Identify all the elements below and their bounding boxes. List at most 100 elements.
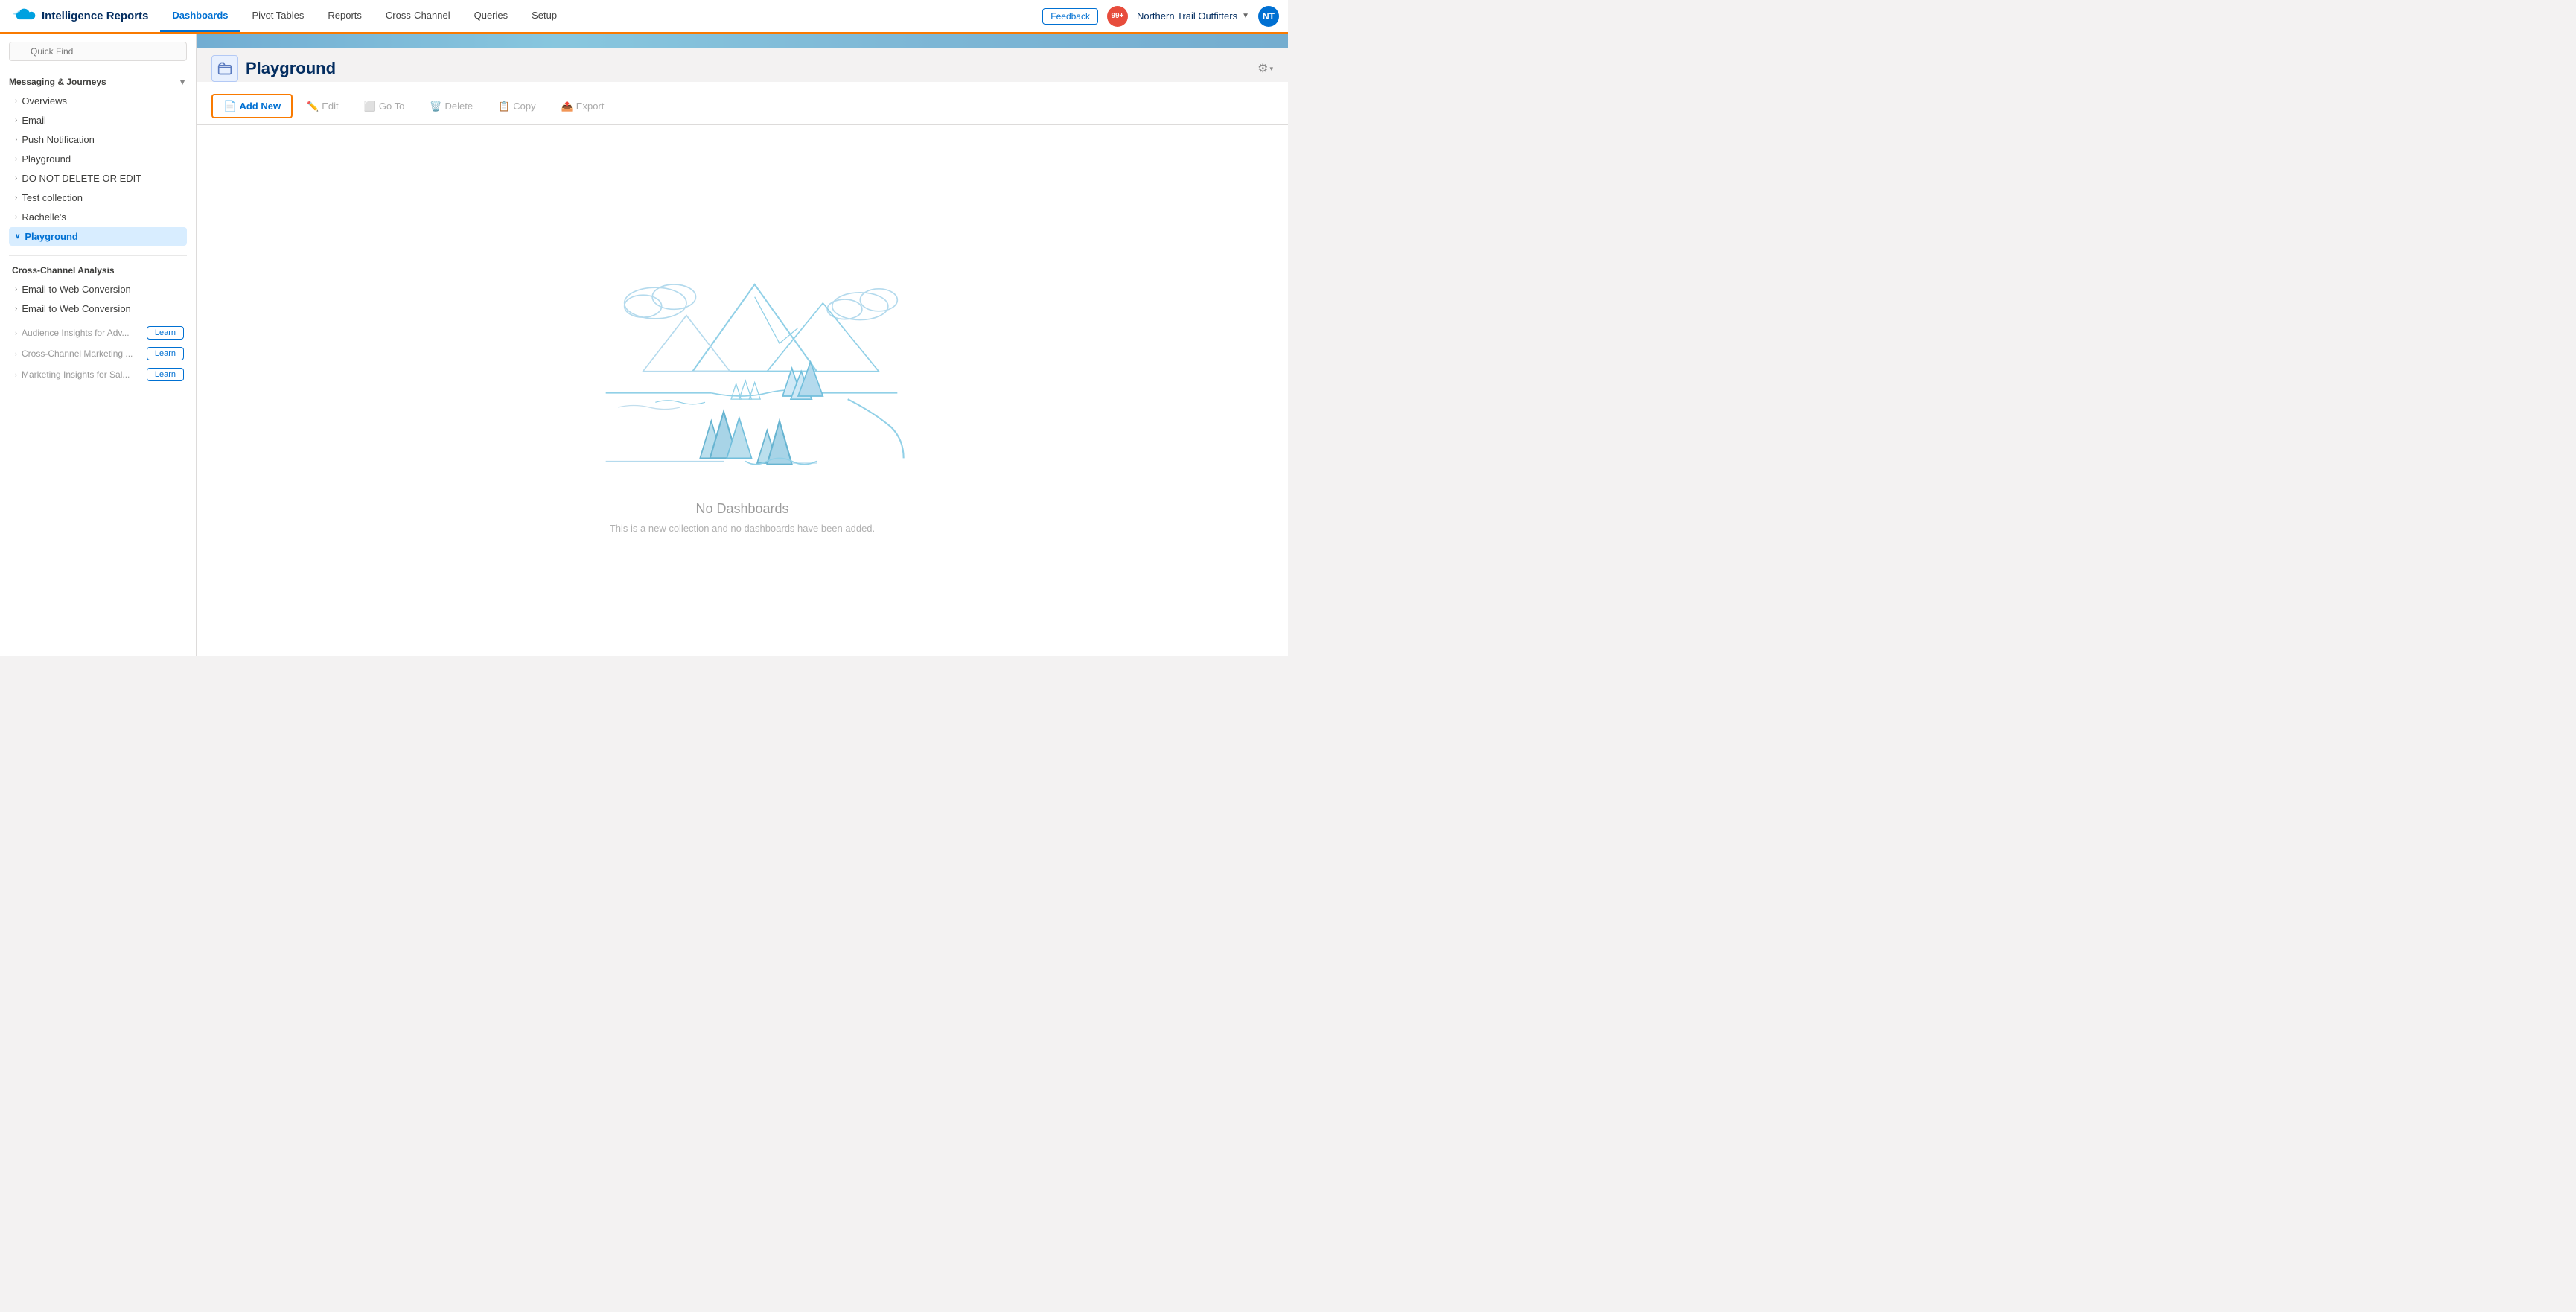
top-decorative-strip [197, 34, 1288, 48]
chevron-right-icon: › [15, 116, 17, 124]
salesforce-logo-icon [9, 3, 36, 30]
chevron-down-icon: ∨ [15, 232, 20, 241]
delete-label: Delete [444, 101, 473, 112]
sidebar-item-do-not-delete[interactable]: › DO NOT DELETE OR EDIT [9, 169, 187, 188]
sidebar-item-push-notification[interactable]: › Push Notification [9, 130, 187, 149]
learn-button-marketing[interactable]: Learn [147, 368, 184, 381]
org-name: Northern Trail Outfitters [1137, 10, 1237, 22]
learn-item-label: Audience Insights for Adv... [22, 328, 142, 338]
page-title: Playground [246, 59, 336, 78]
sidebar-item-label: Email to Web Conversion [22, 284, 130, 295]
copy-label: Copy [513, 101, 535, 112]
tab-queries[interactable]: Queries [462, 0, 520, 32]
edit-button[interactable]: ✏️ Edit [296, 95, 350, 118]
copy-icon: 📋 [498, 101, 510, 112]
folder-icon-box [211, 55, 238, 82]
chevron-right-icon: › [15, 305, 17, 313]
sidebar-divider [9, 255, 187, 256]
go-to-label: Go To [379, 101, 404, 112]
learn-item-cross-channel: › Cross-Channel Marketing ... Learn [9, 344, 187, 363]
export-button[interactable]: 📤 Export [550, 95, 616, 118]
chevron-right-icon: › [15, 194, 17, 202]
delete-button[interactable]: 🗑️ Delete [418, 95, 484, 118]
export-icon: 📤 [561, 101, 573, 112]
toolbar: 📄 Add New ✏️ Edit ⬜ Go To 🗑️ Delete 📋 [197, 88, 1288, 125]
sidebar-item-label: Email to Web Conversion [22, 303, 130, 314]
section-messaging-journeys: Messaging & Journeys ▼ › Overviews › Ema… [0, 69, 196, 249]
chevron-right-icon: › [15, 136, 17, 144]
export-label: Export [576, 101, 605, 112]
edit-icon: ✏️ [307, 101, 319, 112]
chevron-right-icon: › [15, 97, 17, 105]
sidebar-item-playground-1[interactable]: › Playground [9, 150, 187, 168]
top-nav: Intelligence Reports Dashboards Pivot Ta… [0, 0, 1288, 34]
sidebar-item-label: Playground [25, 231, 78, 242]
sidebar-item-test-collection[interactable]: › Test collection [9, 188, 187, 207]
content-area: Playground ⚙ ▾ 📄 Add New ✏️ Edit ⬜ [197, 34, 1288, 656]
sidebar-item-email-web-1[interactable]: › Email to Web Conversion [9, 280, 187, 299]
section-title-cross-channel: Cross-Channel Analysis [9, 265, 187, 276]
empty-state-illustration [556, 247, 928, 483]
main-nav-tabs: Dashboards Pivot Tables Reports Cross-Ch… [160, 0, 1042, 32]
chevron-right-icon: › [15, 155, 17, 163]
learn-item-label: Cross-Channel Marketing ... [22, 348, 142, 359]
sidebar-item-label: Overviews [22, 95, 67, 106]
sidebar: 🔍 Messaging & Journeys ▼ › Overviews › E… [0, 34, 197, 656]
sidebar-item-label: Rachelle's [22, 211, 66, 223]
chevron-icon: › [15, 371, 17, 378]
sidebar-item-email-web-2[interactable]: › Email to Web Conversion [9, 299, 187, 318]
empty-state-subtitle: This is a new collection and no dashboar… [610, 523, 875, 534]
gear-icon: ⚙ [1257, 61, 1268, 76]
copy-button[interactable]: 📋 Copy [487, 95, 547, 118]
chevron-icon: › [15, 329, 17, 337]
notification-badge[interactable]: 99+ [1107, 6, 1128, 27]
goto-icon: ⬜ [364, 101, 376, 112]
sidebar-item-label: DO NOT DELETE OR EDIT [22, 173, 141, 184]
delete-icon: 🗑️ [430, 101, 441, 112]
chevron-right-icon: › [15, 213, 17, 221]
sidebar-item-label: Test collection [22, 192, 83, 203]
toolbar-and-canvas: 📄 Add New ✏️ Edit ⬜ Go To 🗑️ Delete 📋 [197, 82, 1288, 656]
title-row: Playground [211, 55, 336, 82]
section-title-messaging: Messaging & Journeys [9, 77, 106, 87]
search-input[interactable] [9, 42, 187, 61]
add-new-button[interactable]: 📄 Add New [211, 94, 293, 118]
settings-button[interactable]: ⚙ ▾ [1257, 61, 1273, 76]
tab-cross-channel[interactable]: Cross-Channel [374, 0, 462, 32]
empty-state-title: No Dashboards [695, 501, 788, 517]
sidebar-item-label: Push Notification [22, 134, 95, 145]
sidebar-item-rachelles[interactable]: › Rachelle's [9, 208, 187, 226]
sidebar-item-label: Playground [22, 153, 71, 165]
add-icon: 📄 [223, 100, 236, 112]
sidebar-search-area: 🔍 [0, 34, 196, 69]
sidebar-item-email[interactable]: › Email [9, 111, 187, 130]
dashboard-canvas: No Dashboards This is a new collection a… [197, 125, 1288, 656]
chevron-right-icon: › [15, 285, 17, 293]
learn-button-cross-channel[interactable]: Learn [147, 347, 184, 360]
sidebar-item-playground-active[interactable]: ∨ Playground [9, 227, 187, 246]
go-to-button[interactable]: ⬜ Go To [353, 95, 416, 118]
org-switcher[interactable]: Northern Trail Outfitters ▼ [1137, 10, 1249, 22]
settings-chevron-icon: ▾ [1269, 65, 1273, 73]
chevron-right-icon: › [15, 174, 17, 182]
app-logo[interactable]: Intelligence Reports [9, 3, 148, 30]
learn-items-section: › Audience Insights for Adv... Learn › C… [0, 322, 196, 387]
tab-reports[interactable]: Reports [316, 0, 374, 32]
section-header: Messaging & Journeys ▼ [9, 77, 187, 87]
learn-item-marketing: › Marketing Insights for Sal... Learn [9, 365, 187, 384]
chevron-icon: › [15, 350, 17, 357]
learn-button-audience[interactable]: Learn [147, 326, 184, 340]
avatar[interactable]: NT [1258, 6, 1279, 27]
sidebar-item-overviews[interactable]: › Overviews [9, 92, 187, 110]
feedback-button[interactable]: Feedback [1042, 8, 1098, 25]
learn-item-audience: › Audience Insights for Adv... Learn [9, 323, 187, 343]
main-layout: 🔍 Messaging & Journeys ▼ › Overviews › E… [0, 34, 1288, 656]
section-collapse-icon[interactable]: ▼ [178, 77, 187, 87]
chevron-down-icon: ▼ [1242, 12, 1249, 20]
sidebar-item-label: Email [22, 115, 46, 126]
nav-right-area: Feedback 99+ Northern Trail Outfitters ▼… [1042, 6, 1279, 27]
tab-dashboards[interactable]: Dashboards [160, 0, 240, 32]
tab-setup[interactable]: Setup [520, 0, 569, 32]
add-new-label: Add New [239, 101, 281, 112]
tab-pivot-tables[interactable]: Pivot Tables [240, 0, 316, 32]
